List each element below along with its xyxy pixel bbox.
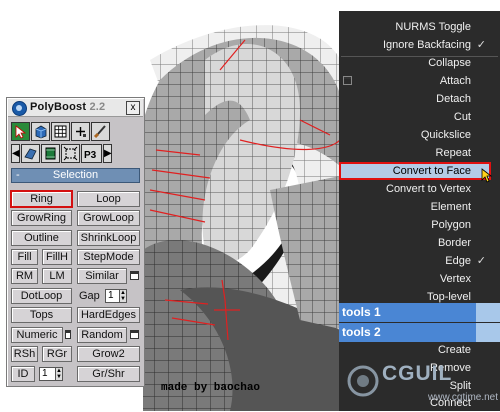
gap-spinner[interactable]: 1 ▲ ▼ [105, 289, 127, 303]
scroll-left-button[interactable]: ◀ [11, 144, 20, 163]
rgr-button[interactable]: RGr [42, 346, 72, 362]
panel-title: PolyBoost 2.2 [30, 101, 106, 113]
quad-header-tools-1[interactable]: tools 1 [339, 303, 500, 322]
selection-rollout-header[interactable]: - Selection [11, 168, 140, 183]
grow2-button[interactable]: Grow2 [77, 346, 140, 362]
growring-button[interactable]: GrowRing [11, 210, 72, 226]
polyboost-panel: PolyBoost 2.2 x ◀ P3 ▶ - Selection Ring … [6, 97, 145, 387]
menu-item-cut[interactable]: Cut [339, 108, 500, 126]
shrinkloop-button[interactable]: ShrinkLoop [77, 230, 140, 246]
quad-menu: NURMS Toggle Ignore Backfacing ✓ Collapse… [339, 11, 500, 411]
menu-item-detach[interactable]: Detach [339, 90, 500, 108]
gap-label: Gap [79, 290, 100, 302]
menu-item-create[interactable]: Create [339, 341, 500, 359]
spinner-arrows-icon[interactable]: ▲ ▼ [55, 368, 62, 380]
numeric-button[interactable]: Numeric [11, 327, 63, 343]
svg-text:P3: P3 [84, 150, 97, 161]
toolbar-row-2: ◀ P3 ▶ [11, 144, 112, 164]
growloop-button[interactable]: GrowLoop [77, 210, 140, 226]
select-arrow-button[interactable] [11, 122, 30, 141]
scroll-right-button[interactable]: ▶ [103, 144, 112, 163]
rsh-button[interactable]: RSh [11, 346, 38, 362]
p3-tool-button[interactable]: P3 [81, 144, 102, 163]
menu-item-quickslice[interactable]: Quickslice [339, 126, 500, 144]
menu-item-repeat[interactable]: Repeat [339, 144, 500, 162]
menu-item-edge[interactable]: Edge ✓ [339, 252, 500, 270]
quad-header-tools-2[interactable]: tools 2 [339, 323, 500, 342]
random-button[interactable]: Random [77, 327, 127, 343]
collapse-toggle[interactable]: - [16, 169, 20, 182]
menu-item-element[interactable]: Element [339, 198, 500, 216]
fillh-button[interactable]: FillH [42, 249, 72, 265]
grshr-button[interactable]: Gr/Shr [77, 366, 140, 382]
numeric-options-icon[interactable] [65, 330, 71, 339]
menu-item-attach[interactable]: Attach [339, 72, 500, 90]
watermark-site: www.cgtime.net [428, 392, 499, 403]
rm-button[interactable]: RM [11, 268, 38, 284]
random-options-icon[interactable] [130, 330, 139, 339]
film-tool-button[interactable] [41, 144, 60, 163]
bevel-tool-button[interactable] [21, 144, 40, 163]
grid-icon-button[interactable] [51, 122, 70, 141]
menu-item-border[interactable]: Border [339, 234, 500, 252]
watermark: CGUIL www.cgtime.net [346, 362, 500, 411]
stepmode-button[interactable]: StepMode [77, 249, 140, 265]
menu-item-polygon[interactable]: Polygon [339, 216, 500, 234]
check-icon: ✓ [476, 255, 486, 267]
menu-item-convert-to-face[interactable]: Convert to Face [339, 162, 491, 180]
dotloop-button[interactable]: DotLoop [11, 288, 72, 304]
menu-item-convert-to-vertex[interactable]: Convert to Vertex [339, 180, 500, 198]
menu-item-vertex[interactable]: Vertex [339, 270, 500, 288]
similar-options-icon[interactable] [130, 271, 139, 280]
attach-options-icon[interactable] [343, 76, 352, 85]
watermark-brand: CGUIL [382, 362, 453, 385]
close-button[interactable]: x [126, 101, 140, 115]
paint-brush-button[interactable] [91, 122, 110, 141]
loop-button[interactable]: Loop [77, 191, 140, 207]
menu-item-ignore-backfacing[interactable]: Ignore Backfacing ✓ [339, 36, 500, 54]
menu-item-nurms-toggle[interactable]: NURMS Toggle [339, 18, 500, 36]
box-icon-button[interactable] [31, 122, 50, 141]
hardedges-button[interactable]: HardEdges [77, 307, 140, 323]
panel-titlebar[interactable]: PolyBoost 2.2 x [8, 99, 143, 117]
id-button[interactable]: ID [11, 366, 35, 382]
add-vertex-button[interactable] [71, 122, 90, 141]
lm-button[interactable]: LM [42, 268, 72, 284]
outline-button[interactable]: Outline [11, 230, 72, 246]
fill-button[interactable]: Fill [11, 249, 38, 265]
selection-header-label: Selection [52, 169, 99, 181]
polyboost-logo-icon [12, 101, 27, 116]
watermark-logo-icon [347, 365, 379, 397]
toolbar-row-1 [11, 122, 110, 142]
spinner-arrows-icon[interactable]: ▲ ▼ [119, 290, 126, 302]
menu-item-collapse[interactable]: Collapse [339, 54, 500, 72]
author-credit: made by baochao [161, 382, 261, 394]
tops-button[interactable]: Tops [11, 307, 72, 323]
ring-button[interactable]: Ring [10, 190, 73, 208]
transform-tool-button[interactable] [61, 144, 80, 163]
check-icon: ✓ [476, 39, 486, 51]
similar-button[interactable]: Similar [77, 268, 127, 284]
id-spinner[interactable]: 1 ▲ ▼ [39, 367, 63, 381]
